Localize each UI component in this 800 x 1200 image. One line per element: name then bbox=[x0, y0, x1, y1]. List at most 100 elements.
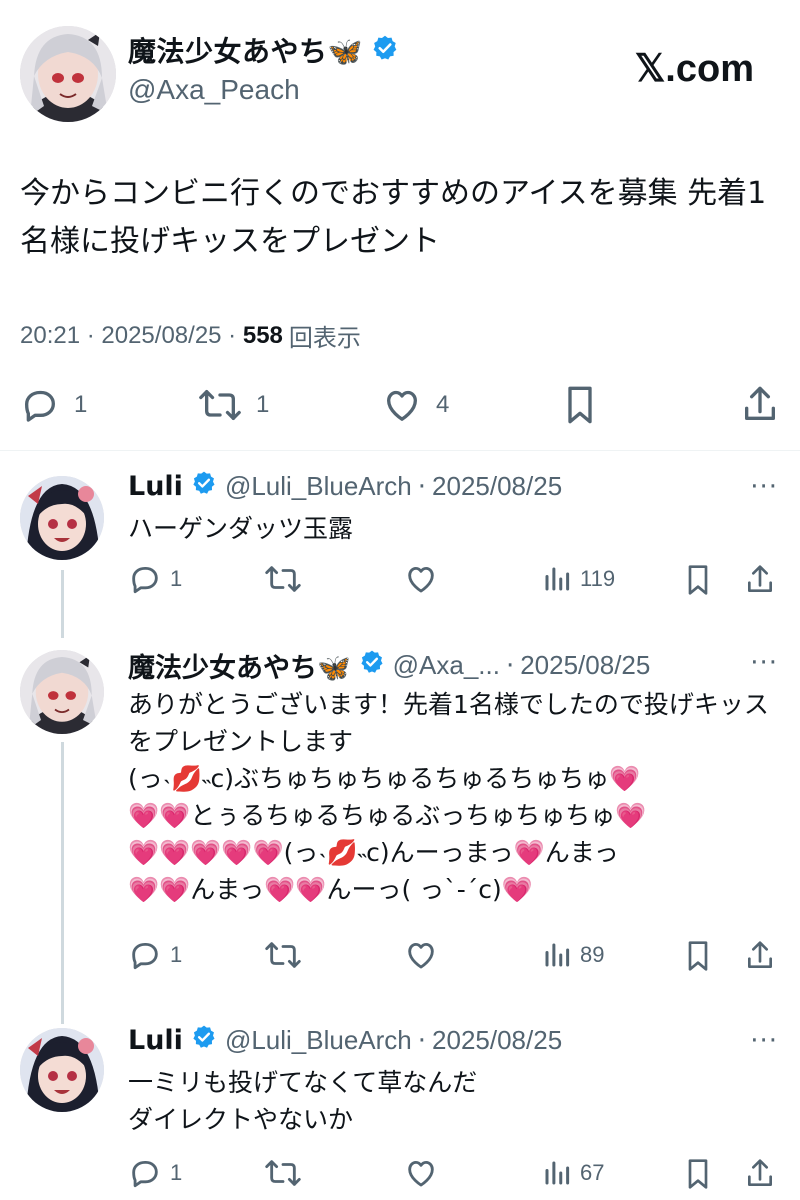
retweet-icon bbox=[264, 562, 302, 596]
analytics-icon bbox=[542, 938, 572, 972]
share-icon bbox=[744, 562, 776, 598]
reply-author-name[interactable]: 魔法少女あやち🦋 bbox=[128, 646, 351, 685]
reply-avatar[interactable] bbox=[20, 476, 104, 560]
reply-button[interactable]: 1 bbox=[128, 562, 182, 596]
reply-tweet: Luli @Luli_BlueArch · 2025/08/25 ··· 一ミリ… bbox=[0, 1020, 800, 1200]
reply-button[interactable]: 1 bbox=[20, 385, 87, 425]
tweet-text: 今からコンビニ行くのでおすすめのアイスを募集 先着1名様に投げキッスをプレゼント bbox=[20, 176, 767, 259]
like-button[interactable] bbox=[404, 1156, 438, 1190]
main-tweet: 魔法少女あやち🦋 @Axa_Peach 𝕏.com 今からコンビニ行くのでおすす… bbox=[0, 0, 800, 450]
separator-dot: · bbox=[417, 1025, 427, 1056]
bookmark-button[interactable] bbox=[682, 1156, 714, 1192]
reply-text: 一ミリも投げてなくて草なんだ ダイレクトやないか bbox=[128, 1068, 478, 1134]
meta-separator: · bbox=[80, 321, 102, 349]
bookmark-icon bbox=[682, 1156, 714, 1192]
views-button[interactable]: 67 bbox=[542, 1156, 604, 1190]
bookmark-icon bbox=[560, 383, 600, 427]
reply-icon bbox=[128, 938, 162, 972]
author-avatar[interactable] bbox=[20, 26, 116, 122]
views-button[interactable]: 89 bbox=[542, 938, 604, 972]
more-options-button[interactable]: ··· bbox=[750, 472, 778, 502]
reply-date[interactable]: 2025/08/25 bbox=[432, 1025, 562, 1056]
reply-button[interactable]: 1 bbox=[128, 938, 182, 972]
reply-icon bbox=[20, 385, 60, 425]
reply-author-handle[interactable]: @Luli_BlueArch bbox=[225, 471, 412, 502]
bookmark-icon bbox=[682, 562, 714, 598]
retweet-icon bbox=[198, 385, 242, 425]
reply-count: 1 bbox=[74, 391, 88, 418]
x-logo: 𝕏.com bbox=[634, 48, 754, 90]
views-button[interactable]: 119 bbox=[542, 562, 615, 596]
author-name[interactable]: 魔法少女あやち🦋 bbox=[128, 30, 363, 70]
reply-author-name[interactable]: Luli bbox=[128, 471, 183, 502]
views-count: 89 bbox=[580, 942, 605, 967]
retweet-count: 1 bbox=[256, 391, 270, 418]
retweet-button[interactable] bbox=[264, 562, 302, 596]
reply-author-handle[interactable]: @Axa_... bbox=[393, 650, 500, 681]
divider bbox=[0, 450, 800, 451]
author-handle[interactable]: @Axa_Peach bbox=[128, 74, 300, 106]
like-count: 4 bbox=[436, 391, 450, 418]
bookmark-button[interactable] bbox=[560, 383, 600, 427]
retweet-button[interactable]: 1 bbox=[198, 385, 269, 425]
reply-icon bbox=[128, 1156, 162, 1190]
reply-actions: 1 89 bbox=[128, 938, 778, 978]
reply-count: 1 bbox=[170, 942, 183, 967]
share-icon bbox=[740, 383, 780, 427]
heart-icon bbox=[404, 938, 438, 972]
tweet-time[interactable]: 20:21 bbox=[20, 322, 80, 350]
reply-date[interactable]: 2025/08/25 bbox=[432, 471, 562, 502]
reply-count: 1 bbox=[170, 1160, 183, 1185]
share-button[interactable] bbox=[744, 562, 776, 598]
heart-icon bbox=[382, 385, 422, 425]
share-icon bbox=[744, 938, 776, 974]
retweet-button[interactable] bbox=[264, 938, 302, 972]
analytics-icon bbox=[542, 562, 572, 596]
tweet-date[interactable]: 2025/08/25 bbox=[101, 322, 221, 350]
share-button[interactable] bbox=[740, 383, 780, 427]
verified-badge-icon bbox=[371, 34, 399, 66]
more-options-button[interactable]: ··· bbox=[750, 1026, 778, 1056]
analytics-icon bbox=[542, 1156, 572, 1190]
retweet-icon bbox=[264, 1156, 302, 1190]
reply-button[interactable]: 1 bbox=[128, 1156, 182, 1190]
more-options-button[interactable]: ··· bbox=[750, 648, 778, 678]
view-count: 558 bbox=[242, 321, 283, 349]
like-button[interactable] bbox=[404, 938, 438, 972]
share-button[interactable] bbox=[744, 1156, 776, 1192]
reply-avatar[interactable] bbox=[20, 1028, 104, 1112]
author-name-row: 魔法少女あやち🦋 bbox=[128, 30, 399, 70]
retweet-button[interactable] bbox=[264, 1156, 302, 1190]
meta-separator: · bbox=[221, 321, 243, 349]
reply-author-handle[interactable]: @Luli_BlueArch bbox=[225, 1025, 412, 1056]
verified-badge-icon bbox=[359, 649, 385, 682]
heart-icon bbox=[404, 1156, 438, 1190]
separator-dot: · bbox=[417, 471, 427, 502]
like-button[interactable] bbox=[404, 562, 438, 596]
reply-tweet: Luli @Luli_BlueArch · 2025/08/25 ··· ハーゲ… bbox=[0, 466, 800, 636]
reply-text: ありがとうございます！先着1名様でしたので投げキッスをプレゼントします (っ˴💋… bbox=[128, 690, 769, 904]
reply-tweet: 魔法少女あやち🦋 @Axa_... · 2025/08/25 ··· ありがとう… bbox=[0, 642, 800, 992]
separator-dot: · bbox=[505, 650, 515, 681]
views-count: 119 bbox=[580, 566, 616, 591]
retweet-icon bbox=[264, 938, 302, 972]
reply-header: 魔法少女あやち🦋 @Axa_... · 2025/08/25 bbox=[128, 646, 650, 685]
tweet-actions: 1 1 4 bbox=[20, 383, 780, 427]
bookmark-icon bbox=[682, 938, 714, 974]
bookmark-button[interactable] bbox=[682, 562, 714, 598]
reply-author-name[interactable]: Luli bbox=[128, 1025, 183, 1056]
reply-header: Luli @Luli_BlueArch · 2025/08/25 bbox=[128, 470, 562, 503]
share-icon bbox=[744, 1156, 776, 1192]
reply-header: Luli @Luli_BlueArch · 2025/08/25 bbox=[128, 1024, 562, 1057]
verified-badge-icon bbox=[191, 1024, 217, 1057]
share-button[interactable] bbox=[744, 938, 776, 974]
like-button[interactable]: 4 bbox=[382, 385, 449, 425]
reply-date[interactable]: 2025/08/25 bbox=[520, 650, 650, 681]
verified-badge-icon bbox=[191, 470, 217, 503]
views-count: 67 bbox=[580, 1160, 605, 1185]
reply-icon bbox=[128, 562, 162, 596]
reply-avatar[interactable] bbox=[20, 650, 104, 734]
view-label: 回表示 bbox=[288, 325, 361, 352]
heart-icon bbox=[404, 562, 438, 596]
bookmark-button[interactable] bbox=[682, 938, 714, 974]
